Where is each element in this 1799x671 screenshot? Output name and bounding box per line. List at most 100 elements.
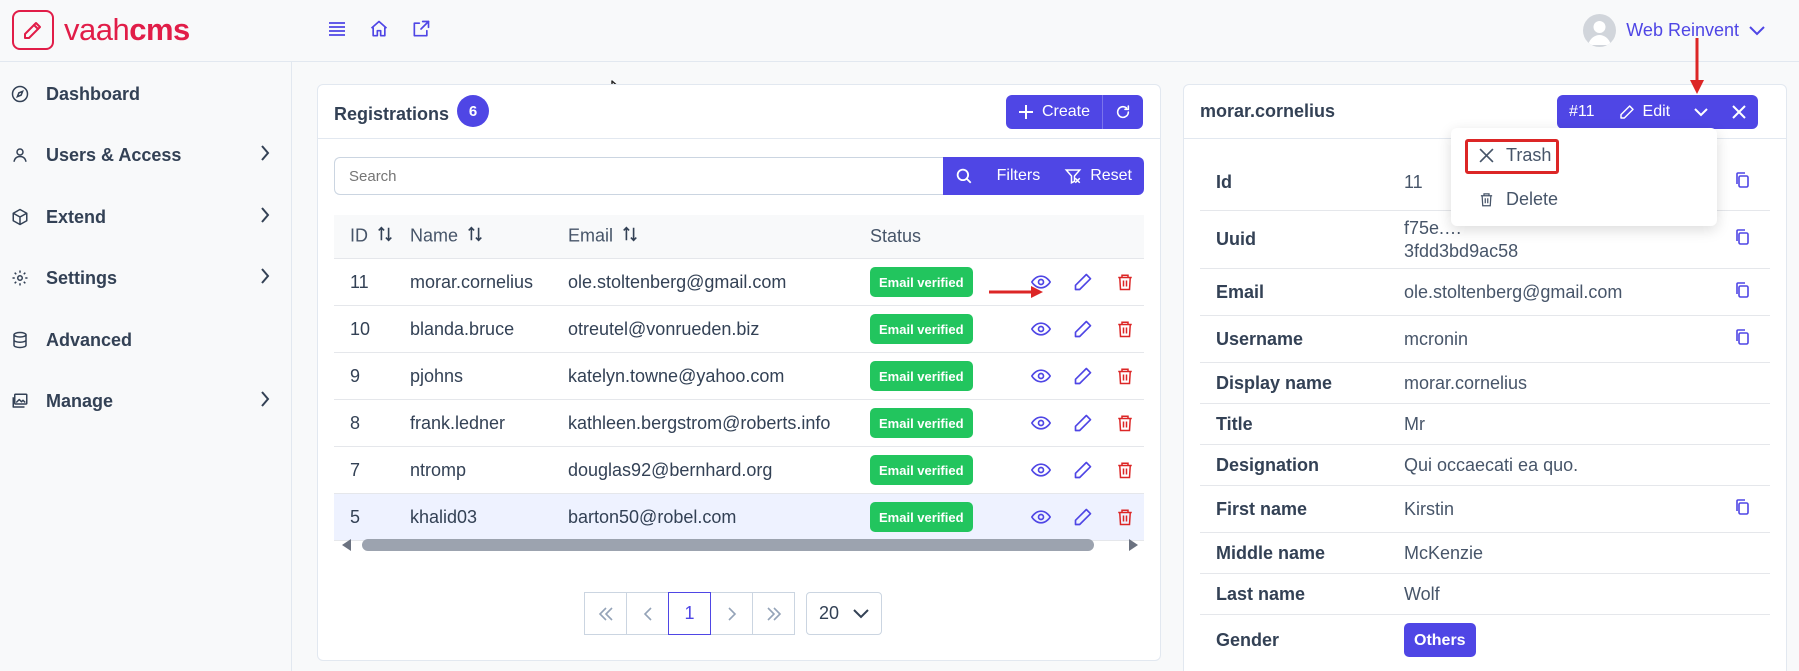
sort-icon (621, 225, 639, 248)
edit-pencil-icon[interactable] (1072, 412, 1094, 434)
sidebar-item-manage[interactable]: Manage (0, 381, 292, 421)
next-page-button[interactable] (710, 592, 753, 635)
status-badge: Email verified (870, 314, 973, 344)
table-row[interactable]: 8 frank.ledner kathleen.bergstrom@robert… (334, 400, 1144, 447)
per-page-select[interactable]: 20 (806, 592, 882, 635)
view-eye-icon[interactable] (1030, 459, 1052, 481)
table-header: ID Name Email Status (334, 215, 1144, 259)
status-badge: Email verified (870, 361, 973, 391)
annotation-arrow-icon (1689, 38, 1705, 101)
cell-email: otreutel@vonrueden.biz (568, 318, 760, 339)
scrollbar-thumb[interactable] (362, 539, 1094, 551)
id-badge-button[interactable]: #11 (1557, 95, 1607, 129)
double-chevron-left-icon (598, 606, 613, 621)
reload-button[interactable] (1102, 95, 1143, 129)
copy-icon[interactable] (1734, 328, 1750, 351)
chevron-down-icon (1694, 107, 1708, 116)
reset-button[interactable]: Reset (1052, 157, 1144, 195)
sidebar-item-label: Advanced (46, 329, 133, 350)
create-button[interactable]: Create (1006, 95, 1102, 129)
trash-icon[interactable] (1114, 365, 1136, 387)
close-button[interactable] (1720, 95, 1758, 129)
trash-icon[interactable] (1114, 412, 1136, 434)
detail-row-middle-name: Middle name McKenzie (1200, 533, 1770, 574)
trash-icon[interactable] (1114, 318, 1136, 340)
table-row[interactable]: 10 blanda.bruce otreutel@vonrueden.biz E… (334, 306, 1144, 353)
status-badge: Email verified (870, 408, 973, 438)
chevron-right-icon (260, 268, 270, 289)
table-row[interactable]: 7 ntromp douglas92@bernhard.org Email ve… (334, 447, 1144, 494)
trash-icon (1480, 193, 1493, 207)
gender-badge: Others (1404, 623, 1476, 657)
copy-icon[interactable] (1734, 171, 1750, 194)
first-page-button[interactable] (584, 592, 627, 635)
view-eye-icon[interactable] (1030, 506, 1052, 528)
sidebar-item-label: Settings (46, 267, 118, 288)
scroll-right-icon (1129, 539, 1138, 551)
edit-pencil-icon[interactable] (1072, 318, 1094, 340)
table-row[interactable]: 9 pjohns katelyn.towne@yahoo.com Email v… (334, 353, 1144, 400)
detail-row-last-name: Last name Wolf (1200, 574, 1770, 615)
table-row[interactable]: 5 khalid03 barton50@robel.com Email veri… (334, 494, 1144, 541)
column-header-email[interactable]: Email (568, 225, 870, 248)
avatar (1583, 14, 1617, 47)
column-header-status: Status (870, 226, 922, 246)
delete-menu-item[interactable]: Delete (1479, 189, 1558, 210)
copy-icon[interactable] (1734, 228, 1750, 251)
user-menu[interactable]: Web Reinvent (1583, 14, 1765, 47)
sidebar-item-users-access[interactable]: Users & Access (0, 135, 292, 175)
last-page-button[interactable] (752, 592, 795, 635)
external-link-icon[interactable] (409, 17, 433, 41)
images-icon (10, 391, 30, 411)
copy-icon[interactable] (1734, 281, 1750, 304)
sidebar-item-label: Users & Access (46, 144, 182, 165)
trash-icon[interactable] (1114, 271, 1136, 293)
prev-page-button[interactable] (626, 592, 669, 635)
copy-icon[interactable] (1734, 498, 1750, 521)
cell-id: 10 (350, 318, 371, 339)
view-eye-icon[interactable] (1030, 412, 1052, 434)
cell-name: pjohns (410, 365, 464, 386)
edit-pencil-icon[interactable] (1072, 506, 1094, 528)
edit-button[interactable]: Edit (1607, 95, 1683, 129)
sidebar-item-advanced[interactable]: Advanced (0, 320, 292, 360)
column-header-name[interactable]: Name (410, 225, 568, 248)
trash-menu-item[interactable]: Trash (1479, 145, 1551, 166)
trash-icon[interactable] (1114, 459, 1136, 481)
sort-icon (466, 225, 484, 248)
sidebar-item-extend[interactable]: Extend (0, 197, 292, 237)
registrations-panel: Registrations 6 Create Filters Reset (317, 84, 1161, 661)
cell-name: ntromp (410, 459, 467, 480)
edit-pencil-icon[interactable] (1072, 271, 1094, 293)
search-input[interactable] (334, 157, 943, 195)
logo[interactable]: vaahcms (12, 10, 190, 50)
edit-pencil-icon (1619, 105, 1634, 119)
user-icon (10, 145, 30, 165)
chevron-down-icon (1749, 20, 1765, 41)
page-button[interactable]: 1 (668, 592, 711, 635)
cell-name: blanda.bruce (410, 318, 515, 339)
column-header-id[interactable]: ID (334, 225, 410, 248)
cell-email: douglas92@bernhard.org (568, 459, 773, 480)
sidebar-item-dashboard[interactable]: Dashboard (0, 74, 292, 114)
edit-pencil-icon[interactable] (1072, 365, 1094, 387)
edit-pencil-icon[interactable] (1072, 459, 1094, 481)
cell-id: 7 (350, 459, 361, 480)
search-button[interactable] (943, 157, 985, 195)
sidebar-item-settings[interactable]: Settings (0, 258, 292, 298)
plus-icon (1019, 105, 1033, 119)
menu-icon[interactable] (325, 17, 349, 41)
view-eye-icon[interactable] (1030, 318, 1052, 340)
trash-icon[interactable] (1114, 506, 1136, 528)
sidebar-item-label: Manage (46, 390, 114, 411)
detail-row-display-name: Display name morar.cornelius (1200, 363, 1770, 404)
scroll-left-icon (342, 539, 351, 551)
home-icon[interactable] (367, 17, 391, 41)
view-eye-icon[interactable] (1030, 365, 1052, 387)
filters-button[interactable]: Filters (985, 157, 1053, 195)
horizontal-scrollbar[interactable] (340, 537, 1140, 551)
count-badge: 6 (457, 95, 490, 127)
detail-row-first-name: First name Kirstin (1200, 486, 1770, 533)
top-bar: vaahcms Web Reinvent (0, 0, 1799, 62)
compass-icon (10, 84, 30, 104)
